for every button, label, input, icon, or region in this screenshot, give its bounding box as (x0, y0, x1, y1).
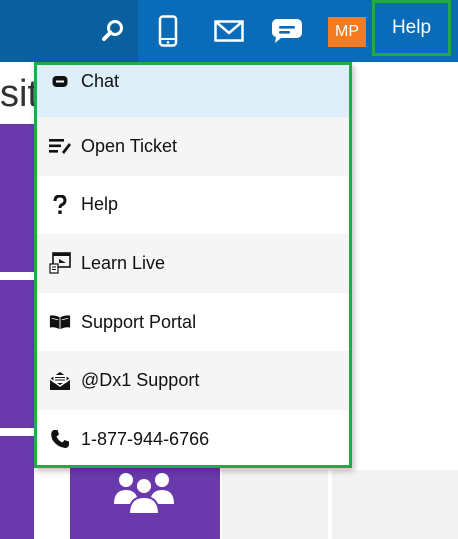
avatar[interactable]: MP (328, 17, 366, 47)
menu-item-label: Learn Live (81, 252, 166, 273)
question-icon (49, 194, 71, 216)
empty-tile (222, 470, 328, 539)
search-icon[interactable] (92, 0, 134, 62)
top-bar: MP Help (0, 0, 458, 62)
help-button[interactable]: Help (372, 0, 451, 56)
menu-item-open-ticket[interactable]: Open Ticket (37, 117, 349, 176)
ticket-icon (49, 135, 71, 157)
phone-icon[interactable] (148, 0, 188, 62)
phone-handset-icon (49, 428, 71, 450)
help-dropdown-menu: Chat Open Ticket Help Learn Live Support… (34, 62, 352, 468)
empty-tile (332, 470, 458, 539)
menu-item-learn-live[interactable]: Learn Live (37, 234, 349, 293)
learn-live-icon (49, 252, 71, 275)
menu-item-help[interactable]: Help (37, 176, 349, 235)
menu-item-dx1-support[interactable]: @Dx1 Support (37, 351, 349, 410)
menu-item-chat[interactable]: Chat (37, 65, 349, 117)
menu-item-label: 1-877-944-6766 (81, 428, 210, 449)
people-group-icon (112, 466, 176, 520)
envelope-icon (49, 370, 71, 392)
menu-item-label: @Dx1 Support (81, 370, 200, 391)
chat-icon (49, 71, 71, 93)
menu-item-phone-number[interactable]: 1-877-944-6766 (37, 410, 349, 469)
app-tile[interactable] (0, 280, 34, 428)
book-icon (49, 311, 71, 333)
menu-item-label: Open Ticket (81, 135, 178, 156)
menu-item-label: Chat (81, 71, 120, 91)
app-tile[interactable] (0, 124, 34, 272)
app-tile[interactable] (0, 436, 34, 539)
menu-item-support-portal[interactable]: Support Portal (37, 293, 349, 352)
chat-bubble-icon[interactable] (265, 0, 309, 62)
menu-item-label: Support Portal (81, 311, 197, 332)
mail-icon[interactable] (207, 0, 251, 62)
menu-item-label: Help (81, 194, 119, 215)
